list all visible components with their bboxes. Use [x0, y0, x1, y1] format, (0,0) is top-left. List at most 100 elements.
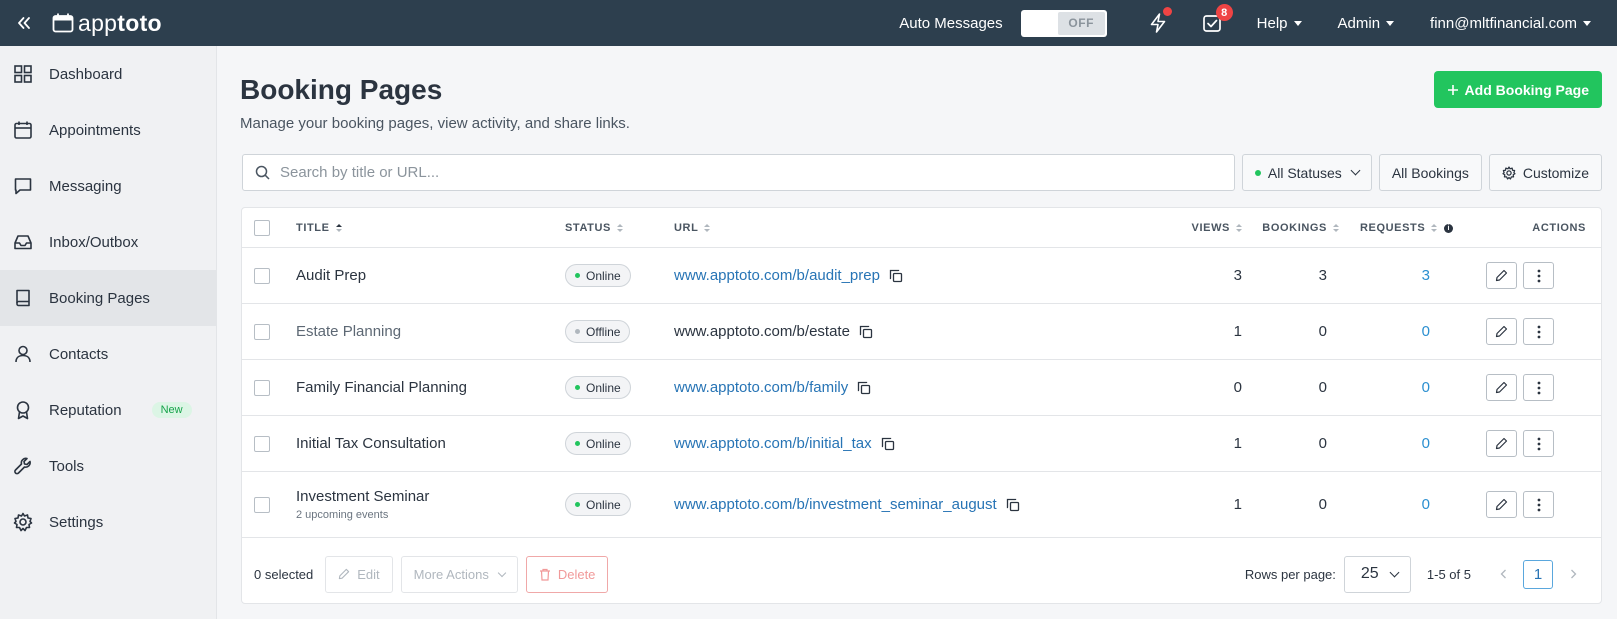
row-requests-link[interactable]: 0 [1422, 435, 1430, 452]
status-badge: Online [565, 376, 631, 399]
copy-icon[interactable] [881, 437, 895, 451]
sidebar-item-dashboard[interactable]: Dashboard [0, 46, 216, 102]
previous-page-button[interactable] [1491, 559, 1515, 589]
apptoto-logo[interactable]: apptoto [52, 10, 162, 37]
page-range: 1-5 of 5 [1426, 566, 1471, 582]
column-header-views[interactable]: VIEWS [1142, 208, 1242, 248]
edit-row-button[interactable] [1486, 491, 1517, 518]
add-booking-page-button[interactable]: Add Booking Page [1433, 71, 1602, 108]
sidebar-item-appointments[interactable]: Appointments [0, 102, 216, 158]
sidebar-item-reputation[interactable]: Reputation New [0, 382, 216, 438]
row-requests-link[interactable]: 0 [1422, 496, 1430, 513]
booking-url-link[interactable]: www.apptoto.com/b/initial_tax [674, 435, 895, 452]
row-actions [1486, 416, 1554, 471]
sidebar-item-messaging[interactable]: Messaging [0, 158, 216, 214]
row-requests-link[interactable]: 0 [1422, 323, 1430, 340]
column-header-url[interactable]: URL [674, 208, 711, 248]
edit-row-button[interactable] [1486, 430, 1517, 457]
auto-messages-toggle[interactable]: OFF [1020, 9, 1107, 37]
column-header-title[interactable]: TITLE [296, 208, 342, 248]
select-all-checkbox[interactable] [254, 220, 270, 236]
row-title-cell[interactable]: Estate Planning [296, 304, 401, 359]
sort-icon [616, 224, 623, 232]
more-actions-dropdown[interactable]: More Actions [400, 555, 518, 593]
row-status-cell: Online [565, 416, 631, 471]
copy-icon[interactable] [889, 269, 903, 283]
row-checkbox[interactable] [254, 497, 270, 513]
bulk-delete-label: Delete [557, 566, 596, 582]
search-icon [255, 165, 270, 180]
row-checkbox[interactable] [254, 324, 270, 340]
tasks-button[interactable]: 8 [1197, 0, 1233, 46]
row-title-cell[interactable]: Family Financial Planning [296, 360, 467, 415]
chevron-down-icon [1389, 567, 1400, 577]
copy-icon[interactable] [859, 325, 873, 339]
row-more-button[interactable] [1523, 491, 1554, 518]
row-title: Audit Prep [296, 267, 367, 284]
status-dot-icon [575, 273, 580, 278]
gear-icon [1502, 165, 1516, 180]
bulk-edit-label: Edit [357, 566, 380, 582]
status-filter-dropdown[interactable]: All Statuses [1241, 154, 1372, 191]
booking-url-link[interactable]: www.apptoto.com/b/investment_seminar_aug… [674, 496, 1020, 513]
bookings-filter-label: All Bookings [1391, 164, 1469, 181]
row-title-cell[interactable]: Initial Tax Consultation [296, 416, 446, 471]
edit-row-button[interactable] [1486, 262, 1517, 289]
admin-menu[interactable]: Admin [1338, 15, 1395, 32]
row-more-button[interactable] [1523, 318, 1554, 345]
sidebar-item-tools[interactable]: Tools [0, 438, 216, 494]
page-number-button[interactable]: 1 [1523, 559, 1553, 589]
table-row: Investment Seminar 2 upcoming events Onl… [242, 472, 1601, 538]
booking-url-link[interactable]: www.apptoto.com/b/family [674, 379, 871, 396]
sidebar-item-contacts[interactable]: Contacts [0, 326, 216, 382]
filter-bar: All Statuses All Bookings Customize [242, 154, 1602, 191]
sidebar-item-booking-pages[interactable]: Booking Pages [0, 270, 216, 326]
ribbon-icon [16, 401, 30, 420]
rows-per-page-select[interactable]: 25 [1343, 555, 1411, 593]
sidebar-item-label: Inbox/Outbox [49, 233, 139, 251]
help-menu[interactable]: Help [1257, 15, 1302, 32]
row-more-button[interactable] [1523, 262, 1554, 289]
bulk-delete-button[interactable]: Delete [525, 555, 609, 593]
notifications-button[interactable] [1143, 0, 1173, 46]
sidebar-item-inbox-outbox[interactable]: Inbox/Outbox [0, 214, 216, 270]
edit-row-button[interactable] [1486, 318, 1517, 345]
sidebar-item-settings[interactable]: Settings [0, 494, 216, 550]
pencil-icon [1495, 325, 1508, 338]
row-more-button[interactable] [1523, 430, 1554, 457]
next-page-button[interactable] [1561, 559, 1585, 589]
column-views-label: VIEWS [1191, 222, 1230, 234]
column-header-requests[interactable]: REQUESTS i [1360, 208, 1454, 248]
customize-button[interactable]: Customize [1488, 154, 1602, 191]
bookings-filter-button[interactable]: All Bookings [1378, 154, 1482, 191]
copy-icon[interactable] [1006, 498, 1020, 512]
column-url-label: URL [674, 222, 699, 234]
booking-url-text[interactable]: www.apptoto.com/b/estate [674, 323, 873, 340]
bulk-edit-button[interactable]: Edit [325, 555, 393, 593]
status-dot-icon [575, 502, 580, 507]
edit-row-button[interactable] [1486, 374, 1517, 401]
row-actions [1486, 248, 1554, 303]
row-title-cell[interactable]: Investment Seminar 2 upcoming events [296, 472, 429, 537]
row-checkbox[interactable] [254, 380, 270, 396]
row-more-button[interactable] [1523, 374, 1554, 401]
row-requests-link[interactable]: 3 [1422, 267, 1430, 284]
copy-icon[interactable] [857, 381, 871, 395]
row-requests-link[interactable]: 0 [1422, 379, 1430, 396]
user-menu[interactable]: finn@mltfinancial.com [1430, 15, 1591, 32]
column-header-status[interactable]: STATUS [565, 208, 623, 248]
add-booking-page-label: Add Booking Page [1464, 81, 1589, 98]
row-checkbox[interactable] [254, 268, 270, 284]
grid-icon [14, 65, 32, 83]
column-header-bookings[interactable]: BOOKINGS [1232, 208, 1339, 248]
info-icon[interactable]: i [1444, 223, 1454, 233]
search-input[interactable] [280, 164, 1234, 181]
row-bookings: 0 [1318, 379, 1327, 396]
row-checkbox[interactable] [254, 436, 270, 452]
status-badge: Online [565, 493, 631, 516]
row-title-cell[interactable]: Audit Prep [296, 248, 366, 303]
collapse-sidebar-button[interactable] [0, 0, 48, 46]
user-email: finn@mltfinancial.com [1430, 14, 1577, 32]
booking-url-link[interactable]: www.apptoto.com/b/audit_prep [674, 267, 903, 284]
row-actions [1486, 304, 1554, 359]
